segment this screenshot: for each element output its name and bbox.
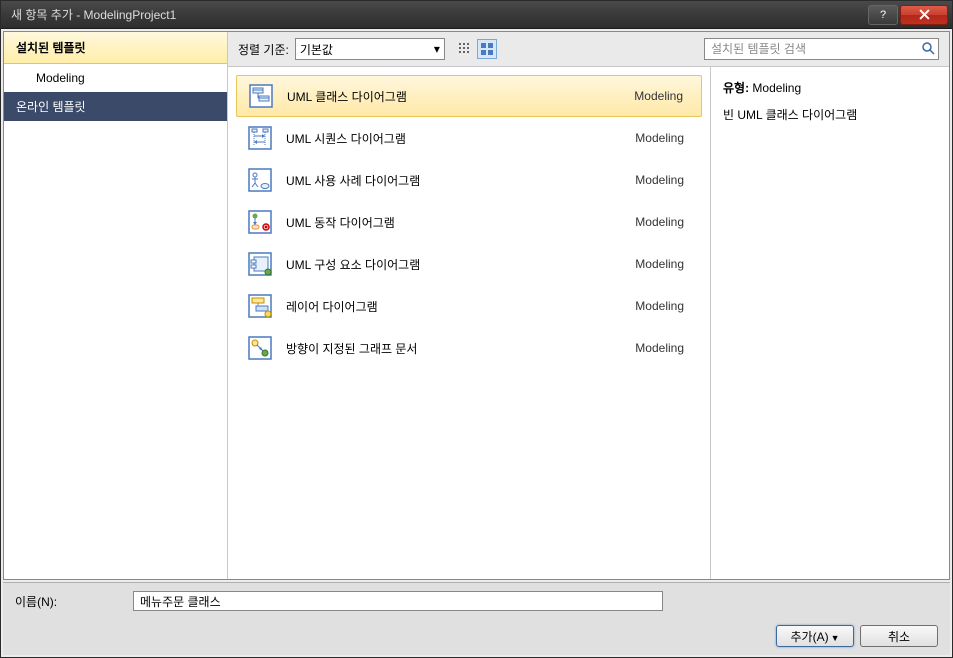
template-category: Modeling [635, 173, 692, 187]
button-row: 추가(A)▼ 취소 [15, 625, 938, 647]
dropdown-arrow-icon: ▼ [831, 633, 840, 643]
activity-diagram-icon [246, 208, 274, 236]
sort-dropdown[interactable]: 기본값 ▾ [295, 38, 445, 60]
titlebar-buttons: ? [868, 5, 948, 25]
template-name: UML 동작 다이어그램 [286, 214, 623, 231]
chevron-down-icon: ▾ [434, 42, 440, 56]
template-name: UML 시퀀스 다이어그램 [286, 130, 623, 147]
detail-description: 빈 UML 클래스 다이어그램 [723, 106, 937, 123]
medium-grid-icon [480, 42, 494, 56]
template-name: UML 사용 사례 다이어그램 [286, 172, 623, 189]
template-category: Modeling [635, 341, 692, 355]
cancel-button[interactable]: 취소 [860, 625, 938, 647]
template-name: 레이어 다이어그램 [286, 298, 623, 315]
sort-label: 정렬 기준: [238, 41, 289, 58]
main-panel: 정렬 기준: 기본값 ▾ [228, 32, 949, 579]
detail-type-label: 유형: [723, 81, 749, 95]
detail-type-row: 유형: Modeling [723, 79, 937, 96]
template-category: Modeling [635, 131, 692, 145]
content-area: 설치된 템플릿 Modeling 온라인 템플릿 정렬 기준: 기본값 ▾ [3, 31, 950, 580]
search-input[interactable] [704, 38, 939, 60]
sort-value: 기본값 [300, 41, 333, 58]
template-item[interactable]: UML 클래스 다이어그램 Modeling [236, 75, 702, 117]
sidebar-installed-header[interactable]: 설치된 템플릿 [4, 32, 227, 64]
template-category: Modeling [635, 257, 692, 271]
search-container [704, 38, 939, 60]
detail-type-value: Modeling [752, 81, 801, 95]
class-diagram-icon [247, 82, 275, 110]
template-item[interactable]: UML 시퀀스 다이어그램 Modeling [236, 117, 702, 159]
sequence-diagram-icon [246, 124, 274, 152]
template-name: UML 구성 요소 다이어그램 [286, 256, 623, 273]
template-category: Modeling [635, 215, 692, 229]
search-icon[interactable] [921, 41, 935, 58]
add-button[interactable]: 추가(A)▼ [776, 625, 854, 647]
sidebar-online-header[interactable]: 온라인 템플릿 [4, 92, 227, 121]
small-grid-icon [458, 42, 472, 56]
sidebar-item-modeling[interactable]: Modeling [4, 64, 227, 92]
bottom-panel: 이름(N): 추가(A)▼ 취소 [3, 582, 950, 655]
name-row: 이름(N): [15, 591, 938, 611]
template-item[interactable]: 방향이 지정된 그래프 문서 Modeling [236, 327, 702, 369]
template-name: 방향이 지정된 그래프 문서 [286, 340, 623, 357]
sidebar: 설치된 템플릿 Modeling 온라인 템플릿 [4, 32, 228, 579]
component-diagram-icon [246, 250, 274, 278]
name-input[interactable] [133, 591, 663, 611]
view-small-icons-button[interactable] [455, 39, 475, 59]
toolbar: 정렬 기준: 기본값 ▾ [228, 32, 949, 67]
name-label: 이름(N): [15, 593, 125, 610]
dialog-window: 새 항목 추가 - ModelingProject1 ? 설치된 템플릿 Mod… [0, 0, 953, 658]
help-button[interactable]: ? [868, 5, 898, 25]
view-medium-icons-button[interactable] [477, 39, 497, 59]
view-mode-buttons [455, 39, 497, 59]
graph-diagram-icon [246, 334, 274, 362]
template-item[interactable]: UML 사용 사례 다이어그램 Modeling [236, 159, 702, 201]
close-button[interactable] [900, 5, 948, 25]
usecase-diagram-icon [246, 166, 274, 194]
window-title: 새 항목 추가 - ModelingProject1 [11, 6, 868, 23]
help-icon: ? [880, 9, 886, 21]
layer-diagram-icon [246, 292, 274, 320]
template-name: UML 클래스 다이어그램 [287, 88, 622, 105]
template-category: Modeling [635, 299, 692, 313]
template-item[interactable]: 레이어 다이어그램 Modeling [236, 285, 702, 327]
titlebar: 새 항목 추가 - ModelingProject1 ? [1, 1, 952, 29]
close-icon [919, 9, 930, 20]
template-category: Modeling [634, 89, 691, 103]
detail-panel: 유형: Modeling 빈 UML 클래스 다이어그램 [711, 67, 949, 579]
template-item[interactable]: UML 동작 다이어그램 Modeling [236, 201, 702, 243]
template-list: UML 클래스 다이어그램 Modeling UML 시퀀스 다이어그램 Modeli… [228, 67, 711, 579]
add-button-label: 추가(A) [791, 630, 829, 644]
template-item[interactable]: UML 구성 요소 다이어그램 Modeling [236, 243, 702, 285]
main-body: UML 클래스 다이어그램 Modeling UML 시퀀스 다이어그램 Modeli… [228, 67, 949, 579]
